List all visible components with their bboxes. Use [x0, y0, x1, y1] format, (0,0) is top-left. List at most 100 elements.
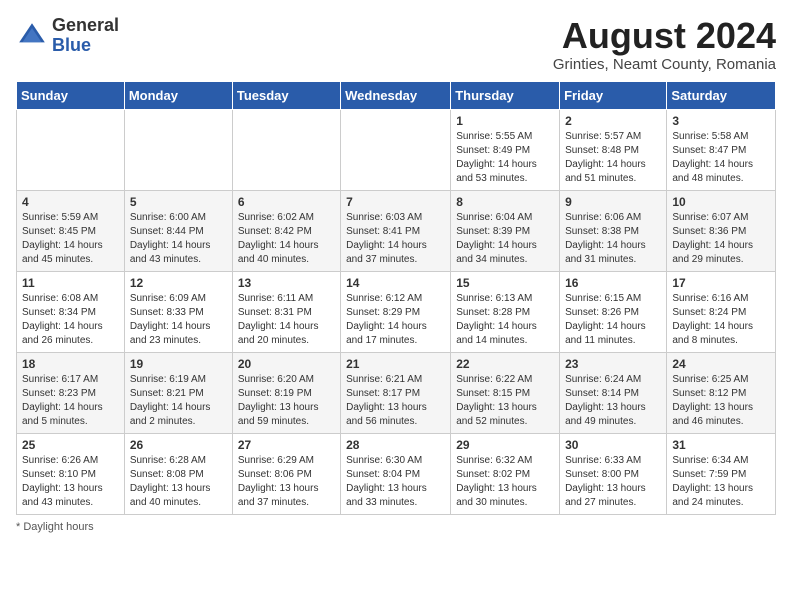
calendar-cell: 9 Sunrise: 6:06 AMSunset: 8:38 PMDaylight… [560, 190, 667, 271]
day-info: Sunrise: 6:02 AMSunset: 8:42 PMDaylight:… [238, 211, 335, 267]
day-number: 10 [672, 195, 770, 209]
day-info: Sunrise: 6:11 AMSunset: 8:31 PMDaylight:… [238, 292, 335, 348]
day-info: Sunrise: 6:16 AMSunset: 8:24 PMDaylight:… [672, 292, 770, 348]
day-number: 15 [456, 276, 554, 290]
day-info: Sunrise: 6:20 AMSunset: 8:19 PMDaylight:… [238, 373, 335, 429]
logo-blue: Blue [52, 35, 91, 55]
calendar-cell: 17 Sunrise: 6:16 AMSunset: 8:24 PMDayligh… [667, 271, 776, 352]
day-number: 18 [22, 357, 119, 371]
day-number: 27 [238, 438, 335, 452]
day-info: Sunrise: 6:09 AMSunset: 8:33 PMDaylight:… [130, 292, 227, 348]
calendar-cell: 21 Sunrise: 6:21 AMSunset: 8:17 PMDayligh… [341, 352, 451, 433]
day-number: 8 [456, 195, 554, 209]
day-info: Sunrise: 6:03 AMSunset: 8:41 PMDaylight:… [346, 211, 445, 267]
month-title: August 2024 [553, 16, 776, 56]
calendar-cell: 8 Sunrise: 6:04 AMSunset: 8:39 PMDaylight… [451, 190, 560, 271]
calendar-header-tuesday: Tuesday [232, 81, 340, 109]
calendar-week-row: 11 Sunrise: 6:08 AMSunset: 8:34 PMDayligh… [17, 271, 776, 352]
day-number: 7 [346, 195, 445, 209]
calendar-cell: 26 Sunrise: 6:28 AMSunset: 8:08 PMDayligh… [124, 433, 232, 514]
logo-icon [16, 20, 48, 52]
day-info: Sunrise: 5:55 AMSunset: 8:49 PMDaylight:… [456, 130, 554, 186]
day-info: Sunrise: 6:21 AMSunset: 8:17 PMDaylight:… [346, 373, 445, 429]
day-info: Sunrise: 6:24 AMSunset: 8:14 PMDaylight:… [565, 373, 661, 429]
day-info: Sunrise: 6:28 AMSunset: 8:08 PMDaylight:… [130, 454, 227, 510]
day-number: 2 [565, 114, 661, 128]
calendar-cell: 19 Sunrise: 6:19 AMSunset: 8:21 PMDayligh… [124, 352, 232, 433]
day-number: 29 [456, 438, 554, 452]
calendar-cell [341, 109, 451, 190]
calendar-cell [17, 109, 125, 190]
day-info: Sunrise: 6:06 AMSunset: 8:38 PMDaylight:… [565, 211, 661, 267]
day-number: 25 [22, 438, 119, 452]
calendar-header-monday: Monday [124, 81, 232, 109]
calendar-cell: 1 Sunrise: 5:55 AMSunset: 8:49 PMDaylight… [451, 109, 560, 190]
day-info: Sunrise: 6:04 AMSunset: 8:39 PMDaylight:… [456, 211, 554, 267]
day-info: Sunrise: 6:07 AMSunset: 8:36 PMDaylight:… [672, 211, 770, 267]
calendar-cell: 31Sunrise: 6:34 AMSunset: 7:59 PMDayligh… [667, 433, 776, 514]
location-subtitle: Grinties, Neamt County, Romania [553, 56, 776, 73]
calendar-header-friday: Friday [560, 81, 667, 109]
page-header: General Blue August 2024 Grinties, Neamt… [16, 16, 776, 73]
footer-note: * Daylight hours [16, 521, 776, 533]
calendar-header-wednesday: Wednesday [341, 81, 451, 109]
day-info: Sunrise: 6:12 AMSunset: 8:29 PMDaylight:… [346, 292, 445, 348]
day-number: 19 [130, 357, 227, 371]
logo: General Blue [16, 16, 119, 56]
day-info: Sunrise: 6:08 AMSunset: 8:34 PMDaylight:… [22, 292, 119, 348]
day-info: Sunrise: 6:26 AMSunset: 8:10 PMDaylight:… [22, 454, 119, 510]
day-info: Sunrise: 6:00 AMSunset: 8:44 PMDaylight:… [130, 211, 227, 267]
day-number: 12 [130, 276, 227, 290]
calendar-cell: 12 Sunrise: 6:09 AMSunset: 8:33 PMDayligh… [124, 271, 232, 352]
calendar-cell: 15Sunrise: 6:13 AMSunset: 8:28 PMDayligh… [451, 271, 560, 352]
day-number: 31 [672, 438, 770, 452]
day-number: 30 [565, 438, 661, 452]
calendar-cell: 23 Sunrise: 6:24 AMSunset: 8:14 PMDayligh… [560, 352, 667, 433]
day-info: Sunrise: 6:29 AMSunset: 8:06 PMDaylight:… [238, 454, 335, 510]
day-number: 11 [22, 276, 119, 290]
day-info: Sunrise: 6:30 AMSunset: 8:04 PMDaylight:… [346, 454, 445, 510]
day-info: Sunrise: 6:32 AMSunset: 8:02 PMDaylight:… [456, 454, 554, 510]
calendar-header-sunday: Sunday [17, 81, 125, 109]
calendar-cell: 6 Sunrise: 6:02 AMSunset: 8:42 PMDaylight… [232, 190, 340, 271]
calendar-week-row: 1 Sunrise: 5:55 AMSunset: 8:49 PMDaylight… [17, 109, 776, 190]
day-number: 17 [672, 276, 770, 290]
day-info: Sunrise: 6:15 AMSunset: 8:26 PMDaylight:… [565, 292, 661, 348]
calendar-cell: 30Sunrise: 6:33 AMSunset: 8:00 PMDayligh… [560, 433, 667, 514]
day-info: Sunrise: 6:22 AMSunset: 8:15 PMDaylight:… [456, 373, 554, 429]
day-info: Sunrise: 6:17 AMSunset: 8:23 PMDaylight:… [22, 373, 119, 429]
title-block: August 2024 Grinties, Neamt County, Roma… [553, 16, 776, 73]
day-number: 4 [22, 195, 119, 209]
day-number: 1 [456, 114, 554, 128]
calendar-cell: 13 Sunrise: 6:11 AMSunset: 8:31 PMDayligh… [232, 271, 340, 352]
calendar-table: SundayMondayTuesdayWednesdayThursdayFrid… [16, 81, 776, 515]
day-number: 21 [346, 357, 445, 371]
calendar-cell: 29 Sunrise: 6:32 AMSunset: 8:02 PMDayligh… [451, 433, 560, 514]
day-number: 26 [130, 438, 227, 452]
calendar-cell: 22Sunrise: 6:22 AMSunset: 8:15 PMDayligh… [451, 352, 560, 433]
day-number: 13 [238, 276, 335, 290]
calendar-header-row: SundayMondayTuesdayWednesdayThursdayFrid… [17, 81, 776, 109]
day-number: 20 [238, 357, 335, 371]
calendar-header-thursday: Thursday [451, 81, 560, 109]
day-number: 9 [565, 195, 661, 209]
calendar-cell: 27 Sunrise: 6:29 AMSunset: 8:06 PMDayligh… [232, 433, 340, 514]
day-number: 24 [672, 357, 770, 371]
calendar-cell: 4Sunrise: 5:59 AMSunset: 8:45 PMDaylight… [17, 190, 125, 271]
calendar-cell: 28 Sunrise: 6:30 AMSunset: 8:04 PMDayligh… [341, 433, 451, 514]
calendar-cell: 10 Sunrise: 6:07 AMSunset: 8:36 PMDayligh… [667, 190, 776, 271]
calendar-week-row: 25 Sunrise: 6:26 AMSunset: 8:10 PMDayligh… [17, 433, 776, 514]
calendar-header-saturday: Saturday [667, 81, 776, 109]
calendar-cell: 11 Sunrise: 6:08 AMSunset: 8:34 PMDayligh… [17, 271, 125, 352]
calendar-cell: 14Sunrise: 6:12 AMSunset: 8:29 PMDayligh… [341, 271, 451, 352]
calendar-week-row: 4Sunrise: 5:59 AMSunset: 8:45 PMDaylight… [17, 190, 776, 271]
day-number: 3 [672, 114, 770, 128]
day-number: 28 [346, 438, 445, 452]
footer-note-text: Daylight hours [23, 521, 93, 533]
day-info: Sunrise: 6:19 AMSunset: 8:21 PMDaylight:… [130, 373, 227, 429]
day-info: Sunrise: 5:58 AMSunset: 8:47 PMDaylight:… [672, 130, 770, 186]
day-number: 23 [565, 357, 661, 371]
day-number: 6 [238, 195, 335, 209]
logo-text: General Blue [52, 16, 119, 56]
calendar-cell: 24Sunrise: 6:25 AMSunset: 8:12 PMDayligh… [667, 352, 776, 433]
